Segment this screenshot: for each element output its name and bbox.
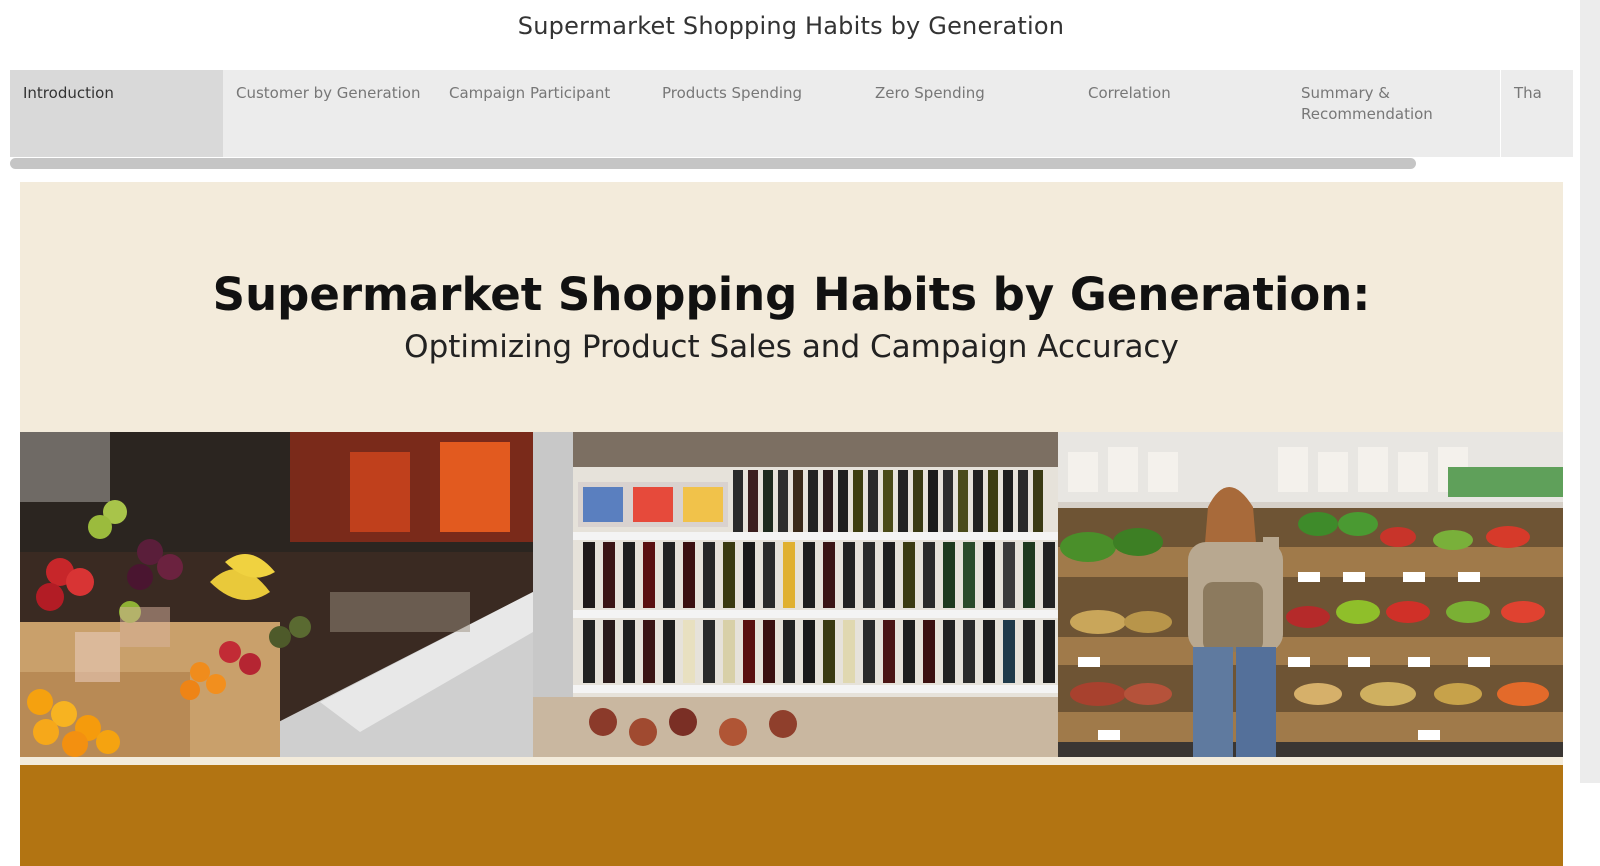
hero-subtitle: Optimizing Product Sales and Campaign Ac…	[404, 329, 1179, 365]
tab-customer-by-generation[interactable]: Customer by Generation	[223, 70, 439, 157]
page-title: Supermarket Shopping Habits by Generatio…	[517, 12, 1065, 40]
tab-zero-spending[interactable]: Zero Spending	[862, 70, 1078, 157]
tab-campaign-participant[interactable]: Campaign Participant	[436, 70, 652, 157]
fruit-market-stall-photo	[20, 432, 533, 757]
vertical-scrollbar[interactable]	[1580, 0, 1600, 783]
shopper-vegetable-aisle-photo	[1058, 432, 1563, 757]
accent-band	[20, 765, 1563, 866]
story-tab-strip: Introduction Customer by Generation Camp…	[10, 70, 1573, 158]
tab-correlation[interactable]: Correlation	[1075, 70, 1291, 157]
photo-strip	[20, 432, 1563, 757]
tab-thank-you-partial[interactable]: Tha	[1501, 70, 1573, 157]
divider-band	[20, 757, 1563, 765]
tab-scrollbar[interactable]	[10, 158, 1416, 169]
title-banner: Supermarket Shopping Habits by Generatio…	[20, 182, 1563, 432]
tab-summary-recommendation[interactable]: Summary & Recommendation	[1288, 70, 1500, 157]
tab-introduction[interactable]: Introduction	[10, 70, 226, 157]
wine-shelves-photo	[533, 432, 1058, 757]
tab-products-spending[interactable]: Products Spending	[649, 70, 865, 157]
hero-title: Supermarket Shopping Habits by Generatio…	[212, 268, 1371, 321]
